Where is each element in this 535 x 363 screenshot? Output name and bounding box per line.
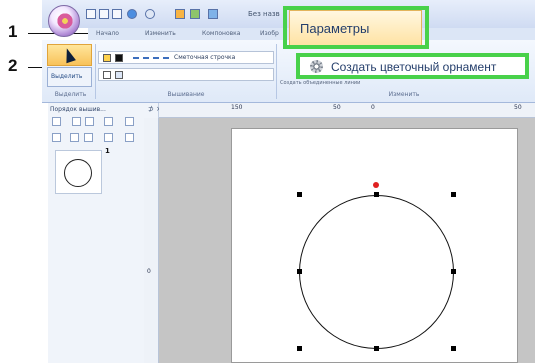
selection-handle[interactable]	[374, 192, 379, 197]
sewing-order-title: Порядок вышив...	[50, 106, 106, 113]
region-color-icon	[103, 71, 111, 79]
selection-handle[interactable]	[451, 192, 456, 197]
group-label-change: Изменить	[388, 91, 420, 98]
ruler-label: 50	[333, 104, 341, 111]
pane-color-button[interactable]	[125, 117, 134, 126]
options-icon[interactable]	[145, 9, 155, 19]
sewing-order-number: 1	[105, 147, 110, 155]
tab-home[interactable]: Начало	[96, 30, 119, 37]
pane-group-button[interactable]	[70, 133, 79, 142]
select-button[interactable]	[47, 44, 92, 66]
app-orb-icon[interactable]	[48, 5, 80, 37]
pane-ungroup-button[interactable]	[84, 133, 93, 142]
tab-image[interactable]: Изобр	[260, 30, 279, 37]
select-arrow-icon	[62, 46, 76, 64]
tab-layout[interactable]: Компоновка	[202, 30, 240, 37]
sewing-order-pane	[48, 103, 159, 363]
region-swatch-icon	[115, 71, 123, 79]
pane-split-button[interactable]	[52, 133, 61, 142]
group-divider	[95, 44, 96, 99]
pane-move-button[interactable]	[104, 133, 113, 142]
pane-sort-button[interactable]	[85, 117, 94, 126]
circle-thumbnail	[64, 159, 92, 187]
tab-parameters-label: Параметры	[300, 21, 370, 36]
ruler-label: 0	[371, 104, 375, 111]
circle-shape[interactable]	[299, 195, 454, 349]
select-dropdown-label: Выделить	[51, 73, 83, 80]
selection-handle[interactable]	[451, 346, 456, 351]
group-label-stitching: Вышивание	[167, 91, 205, 98]
create-flower-pattern-button[interactable]: Создать цветочный орнамент	[296, 53, 529, 79]
save-icon[interactable]	[112, 9, 122, 19]
tab-parameters[interactable]: Параметры	[289, 10, 422, 45]
window-title: Без назв	[248, 10, 280, 18]
pane-lock-button[interactable]	[104, 117, 113, 126]
vertical-ruler	[144, 118, 159, 363]
ruler-label: 50	[514, 104, 522, 111]
selection-handle[interactable]	[297, 269, 302, 274]
pane-view-button[interactable]	[52, 117, 61, 126]
stitch-preview	[133, 57, 169, 59]
open-icon[interactable]	[99, 9, 109, 19]
flower-logo-icon	[56, 12, 74, 30]
callout-number-1: 1	[8, 22, 18, 41]
sewing-order-item[interactable]	[55, 150, 102, 194]
selection-handle[interactable]	[297, 346, 302, 351]
create-flower-pattern-label: Создать цветочный орнамент	[331, 60, 497, 74]
callout-number-2: 2	[8, 56, 18, 75]
region-stitch-selector[interactable]	[98, 68, 274, 81]
undo-icon[interactable]	[190, 9, 200, 19]
group-divider	[276, 44, 277, 99]
select-dropdown-button[interactable]: Выделить	[47, 67, 92, 87]
flower-pattern-icon	[310, 60, 323, 73]
selection-handle[interactable]	[451, 269, 456, 274]
redo-icon[interactable]	[208, 9, 218, 19]
new-icon[interactable]	[86, 9, 96, 19]
ruler-label: 0	[147, 268, 151, 275]
pane-sort-button[interactable]	[72, 117, 81, 126]
line-color-icon	[103, 54, 111, 62]
group-label-select: Выделить	[54, 91, 87, 98]
selection-handle[interactable]	[297, 192, 302, 197]
create-joined-lines-option[interactable]: Создать объединенные линии	[280, 80, 360, 86]
horizontal-ruler	[159, 103, 535, 118]
ruler-label: 150	[231, 104, 243, 111]
pane-pointer-button[interactable]	[125, 133, 134, 142]
stitch-type-selector[interactable]: Сметочная строчка	[98, 51, 274, 64]
preview-icon[interactable]	[127, 9, 137, 19]
stitch-type-label: Сметочная строчка	[174, 54, 236, 61]
rotation-handle[interactable]	[373, 182, 379, 188]
selection-handle[interactable]	[374, 346, 379, 351]
line-swatch-icon	[115, 54, 123, 62]
color-icon[interactable]	[175, 9, 185, 19]
tab-edit[interactable]: Изменить	[145, 30, 176, 37]
